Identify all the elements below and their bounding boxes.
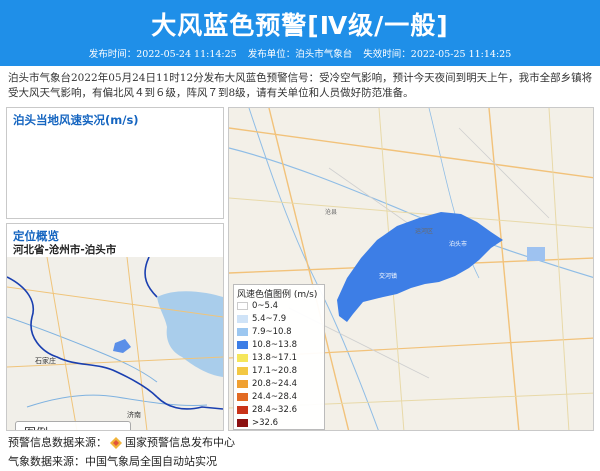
map-label-jiaohe: 交河镇 bbox=[379, 272, 397, 280]
wind-legend-item: 10.8~13.8 bbox=[237, 340, 297, 351]
weather-source-label: 气象数据来源： bbox=[8, 455, 85, 468]
location-map[interactable]: 石家庄 济南 图例 国界 省界 bbox=[7, 256, 223, 430]
location-overview-panel: 定位概览 河北省-沧州市-泊头市 石家庄 济南 图例 国 bbox=[6, 223, 224, 431]
shijiazhuang-label: 石家庄 bbox=[35, 356, 56, 365]
wind-legend-item: 0~5.4 bbox=[237, 301, 278, 312]
warning-header: 大风蓝色预警[Ⅳ级/一般] 发布时间：2022-05-24 11:14:25 发… bbox=[0, 0, 600, 66]
location-legend: 图例 国界 省界 bbox=[15, 421, 131, 430]
wind-legend-item: 24.4~28.4 bbox=[237, 392, 297, 403]
wind-color-legend: 风速色值图例 (m/s) 0~5.4 5.4~7.9 7.9~10.8 10.8… bbox=[233, 284, 325, 430]
wind-legend-item: 17.1~20.8 bbox=[237, 366, 297, 377]
map-label-botou: 泊头市 bbox=[449, 240, 467, 248]
expire-time: 失效时间：2022-05-25 11:14:25 bbox=[363, 49, 512, 60]
wind-legend-item: 7.9~10.8 bbox=[237, 327, 292, 338]
local-wind-panel: 泊头当地风速实况(m/s) bbox=[6, 107, 224, 219]
warning-area-map[interactable]: 运河区 沧县 泊头市 交河镇 风速色值图例 (m/s) 0~5.4 5.4~7.… bbox=[228, 107, 594, 431]
wind-legend-item: 13.8~17.1 bbox=[237, 353, 297, 364]
wind-legend-item: 5.4~7.9 bbox=[237, 314, 286, 325]
jinan-label: 济南 bbox=[127, 410, 141, 419]
warning-source-name[interactable]: 国家预警信息发布中心 bbox=[125, 436, 235, 449]
location-legend-title: 图例 bbox=[24, 424, 48, 430]
warning-description: 泊头市气象台2022年05月24日11时12分发布大风蓝色预警信号：受冷空气影响… bbox=[8, 72, 593, 99]
local-wind-title: 泊头当地风速实况(m/s) bbox=[13, 113, 139, 127]
wind-legend-item: 28.4~32.6 bbox=[237, 405, 297, 416]
location-path: 河北省-沧州市-泊头市 bbox=[13, 244, 117, 256]
wind-legend-item: 20.8~24.4 bbox=[237, 379, 297, 390]
warning-center-logo-icon bbox=[110, 437, 122, 449]
warning-meta: 发布时间：2022-05-24 11:14:25 发布单位：泊头市气象台 失效时… bbox=[0, 46, 600, 60]
publish-time: 发布时间：2022-05-24 11:14:25 bbox=[88, 49, 237, 60]
publisher: 发布单位：泊头市气象台 bbox=[247, 49, 353, 60]
warning-source-footer: 预警信息数据来源： 国家预警信息发布中心 bbox=[8, 434, 235, 450]
wind-legend-item: >32.6 bbox=[237, 418, 278, 429]
wind-legend-title: 风速色值图例 (m/s) bbox=[237, 290, 318, 300]
map-label-cangxian: 沧县 bbox=[325, 208, 337, 216]
warning-source-label: 预警信息数据来源： bbox=[8, 436, 107, 449]
warning-title: 大风蓝色预警[Ⅳ级/一般] bbox=[151, 11, 449, 40]
weather-source-footer: 气象数据来源：中国气象局全国自动站实况 bbox=[8, 453, 217, 469]
location-map-svg: 石家庄 济南 bbox=[7, 256, 223, 430]
weather-source-name: 中国气象局全国自动站实况 bbox=[85, 455, 217, 468]
map-label-canal-district: 运河区 bbox=[415, 227, 433, 235]
